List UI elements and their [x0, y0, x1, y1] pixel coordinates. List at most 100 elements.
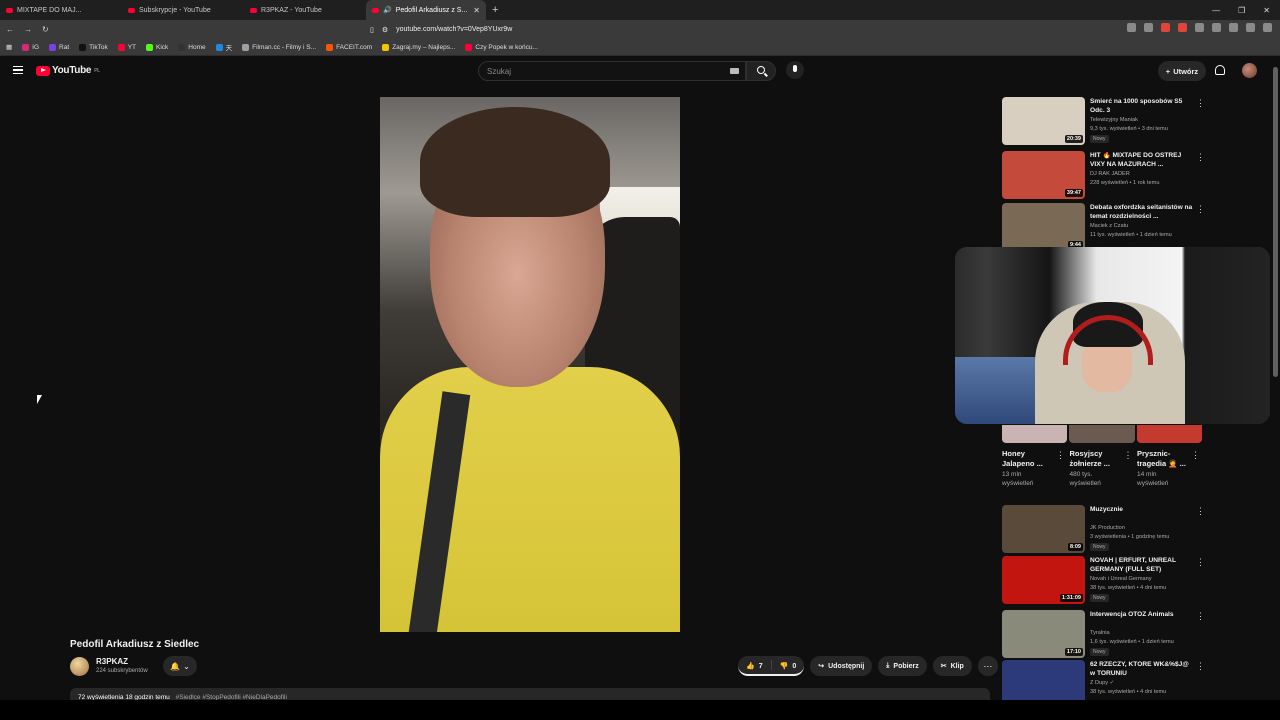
- recommended-video[interactable]: 20:39 Śmierć na 1000 sposobów S5 Odc. 3 Te…: [1002, 97, 1212, 145]
- url-text[interactable]: youtube.com/watch?v=0Vep8YUxr9w: [396, 26, 512, 33]
- video-thumbnail[interactable]: 17:10: [1002, 610, 1085, 658]
- youtube-logo[interactable]: YouTube PL: [36, 65, 100, 76]
- menu-icon[interactable]: [1263, 23, 1272, 32]
- clip-button[interactable]: ✂ Klip: [932, 656, 972, 676]
- bookmark-item[interactable]: TikTok: [79, 43, 108, 51]
- more-options-icon[interactable]: ⋮: [1196, 612, 1205, 621]
- reload-icon[interactable]: ↻: [42, 25, 49, 34]
- bookmark-item[interactable]: Kick: [146, 43, 168, 51]
- video-thumbnail[interactable]: 9:44: [1002, 203, 1085, 251]
- like-button[interactable]: 👍 7: [738, 656, 771, 674]
- more-options-icon[interactable]: ⋮: [1196, 153, 1205, 162]
- short-thumbnail[interactable]: [1136, 425, 1202, 443]
- recommended-channel[interactable]: Novah i Unreal Germany: [1090, 576, 1152, 582]
- minimize-icon[interactable]: —: [1212, 6, 1220, 15]
- more-options-icon[interactable]: ⋮: [1124, 450, 1133, 461]
- extension-icon[interactable]: [1144, 23, 1153, 32]
- notifications-bell-icon[interactable]: [1215, 65, 1225, 75]
- extension-icon[interactable]: [1195, 23, 1204, 32]
- recommended-title[interactable]: Śmierć na 1000 sposobów S5 Odc. 3: [1090, 98, 1194, 115]
- maximize-icon[interactable]: ❐: [1238, 6, 1245, 15]
- channel-avatar[interactable]: [70, 657, 89, 676]
- voice-search-button[interactable]: [786, 61, 804, 79]
- extension-icon[interactable]: [1127, 23, 1136, 32]
- short-item[interactable]: Rosyjscy żołnierze ... 480 tys. wyświetle…: [1070, 449, 1134, 488]
- short-title[interactable]: Honey Jalapeno ...: [1002, 449, 1054, 468]
- video-thumbnail[interactable]: 20:39: [1002, 97, 1085, 145]
- more-options-icon[interactable]: ⋮: [1196, 558, 1205, 567]
- apps-grid-icon[interactable]: ▦: [6, 43, 12, 51]
- short-title[interactable]: Prysznic-tragedia 🤦 ...: [1137, 449, 1189, 468]
- hamburger-menu-icon[interactable]: [13, 66, 23, 74]
- brave-shield-icon[interactable]: [1161, 23, 1170, 32]
- bookmark-item[interactable]: YT: [117, 43, 136, 51]
- video-thumbnail[interactable]: 39:47: [1002, 151, 1085, 199]
- browser-tab[interactable]: MIXTAPE DO MAJ...: [0, 0, 122, 20]
- short-thumbnail[interactable]: [1002, 425, 1068, 443]
- recommended-video[interactable]: 39:47 HIT 🔥 MIXTAPE DO OSTREJ VIXY NA MAZ…: [1002, 151, 1212, 199]
- recommended-channel[interactable]: Tyralnia: [1090, 630, 1110, 636]
- more-options-icon[interactable]: ⋮: [1196, 99, 1205, 108]
- more-options-icon[interactable]: ⋮: [1196, 662, 1205, 671]
- scrollbar-thumb[interactable]: [1273, 67, 1278, 377]
- account-avatar[interactable]: [1242, 63, 1257, 78]
- recommended-title[interactable]: Debata oxfordzka seitanistów na temat ro…: [1090, 204, 1194, 221]
- subscription-bell-button[interactable]: 🔔 ⌄: [163, 656, 197, 676]
- more-options-icon[interactable]: ⋮: [1196, 507, 1205, 516]
- video-thumbnail[interactable]: 1:31:09: [1002, 556, 1085, 604]
- browser-tab[interactable]: R3PKAZ - YouTube: [244, 0, 366, 20]
- recommended-video[interactable]: 1:31:09 NOVAH | ERFURT, UNREAL GERMANY (F…: [1002, 556, 1212, 604]
- browser-tab[interactable]: Subskrypcje - YouTube: [122, 0, 244, 20]
- short-item[interactable]: Honey Jalapeno ... 13 mln wyświetleń ⋮: [1002, 449, 1066, 488]
- download-button[interactable]: ⤓ Pobierz: [878, 656, 927, 676]
- recommended-channel[interactable]: Z Dupy ✓: [1090, 680, 1114, 686]
- browser-tab-active[interactable]: 🔊 Pedofil Arkadiusz z S... ✕: [366, 0, 486, 20]
- close-tab-icon[interactable]: ✕: [473, 6, 480, 15]
- short-title[interactable]: Rosyjscy żołnierze ...: [1070, 449, 1122, 468]
- extension-icon[interactable]: [1212, 23, 1221, 32]
- search-input[interactable]: Szukaj: [478, 61, 746, 81]
- recommended-title[interactable]: 62 RZECZY, KTÓRE WK&%$J@ w TORUNIU: [1090, 661, 1194, 678]
- forward-icon[interactable]: →: [24, 25, 32, 34]
- more-options-icon[interactable]: ⋮: [1196, 205, 1205, 214]
- short-item[interactable]: Prysznic-tragedia 🤦 ... 14 mln wyświetleń…: [1137, 449, 1201, 488]
- recommended-title[interactable]: HIT 🔥 MIXTAPE DO OSTREJ VIXY NA MAZURACH…: [1090, 152, 1194, 169]
- recommended-channel[interactable]: JK Production: [1090, 525, 1125, 531]
- bookmark-icon[interactable]: ▯: [370, 26, 374, 34]
- recommended-video[interactable]: 8:09 Muzycznie JK Production 3 wyświetlenia…: [1002, 505, 1212, 553]
- extension-icon[interactable]: [1246, 23, 1255, 32]
- share-button[interactable]: ↪ Udostępnij: [810, 656, 873, 676]
- more-options-icon[interactable]: ⋮: [1056, 450, 1065, 461]
- bookmark-item[interactable]: FACEIT.com: [326, 43, 372, 51]
- more-options-icon[interactable]: ⋮: [1191, 450, 1200, 461]
- bookmark-item[interactable]: IG: [22, 43, 39, 51]
- short-thumbnail[interactable]: [1069, 425, 1135, 443]
- create-button[interactable]: + Utwórz: [1158, 61, 1206, 81]
- recommended-title[interactable]: Muzycznie: [1090, 506, 1194, 515]
- recommended-title[interactable]: Interwencja OTOZ Animals: [1090, 611, 1194, 620]
- page-scrollbar[interactable]: [1272, 57, 1280, 700]
- recommended-video[interactable]: 17:10 Interwencja OTOZ Animals Tyralnia 1,6…: [1002, 610, 1212, 658]
- back-icon[interactable]: ←: [6, 25, 14, 34]
- site-info-icon[interactable]: ⚙: [382, 26, 388, 34]
- keyboard-icon[interactable]: [730, 68, 739, 74]
- recommended-channel[interactable]: DJ RAK JADER: [1090, 171, 1130, 177]
- bookmark-item[interactable]: Czy Popek w końcu...: [465, 43, 538, 51]
- search-button[interactable]: [746, 61, 776, 81]
- bookmark-item[interactable]: Home: [178, 43, 206, 51]
- extension-icon[interactable]: [1229, 23, 1238, 32]
- close-window-icon[interactable]: ✕: [1263, 6, 1270, 15]
- recommended-channel[interactable]: Maciek z Czatu: [1090, 223, 1128, 229]
- bookmark-item[interactable]: 天: [215, 42, 232, 52]
- more-actions-icon[interactable]: ⋯: [977, 656, 998, 676]
- video-player[interactable]: [380, 97, 680, 632]
- recommended-video[interactable]: 9:44 Debata oxfordzka seitanistów na tema…: [1002, 203, 1212, 251]
- dislike-button[interactable]: 👎 0: [772, 656, 805, 674]
- channel-name[interactable]: R3PKAZ: [96, 657, 128, 666]
- recommended-title[interactable]: NOVAH | ERFURT, UNREAL GERMANY (FULL SET…: [1090, 557, 1194, 574]
- video-thumbnail[interactable]: 8:09: [1002, 505, 1085, 553]
- address-bar[interactable]: ▯ ⚙ youtube.com/watch?v=0Vep8YUxr9w: [370, 22, 910, 37]
- bookmark-item[interactable]: Rat: [49, 43, 69, 51]
- bookmark-item[interactable]: Filman.cc - Filmy i S...: [242, 43, 316, 51]
- brave-rewards-icon[interactable]: [1178, 23, 1187, 32]
